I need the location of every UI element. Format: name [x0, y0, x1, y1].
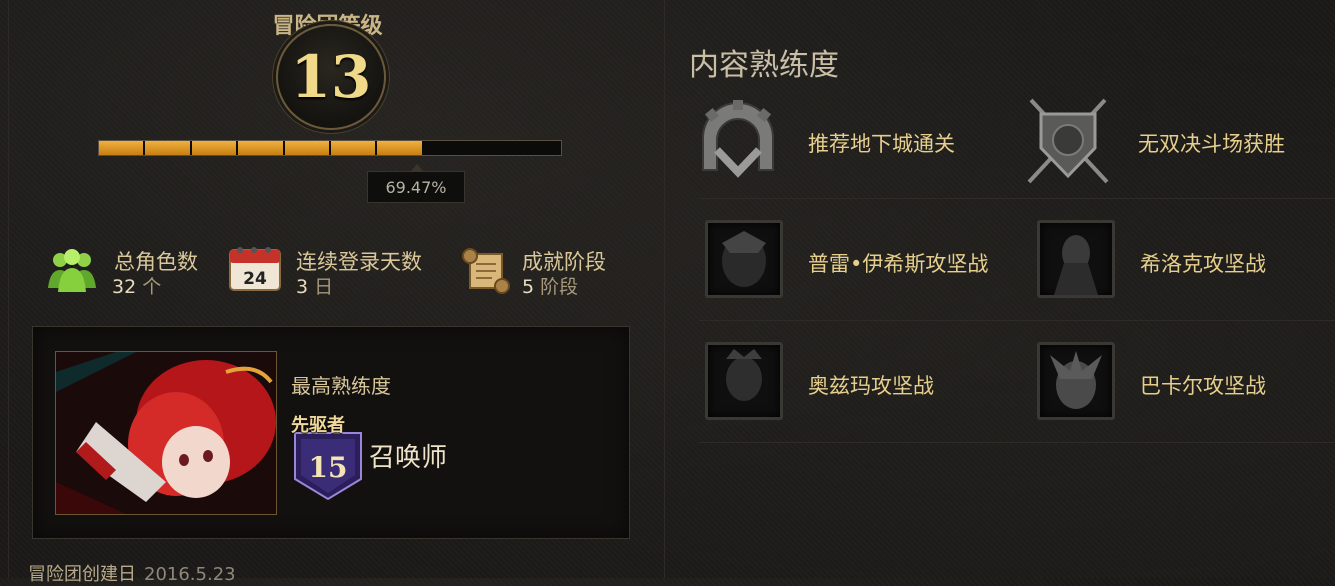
adventure-panel: 冒险团等级 13 69.47% 总角色数 32 个 24 连续登录天数 3 日: [0, 0, 664, 585]
content-item-arena-wins[interactable]: 无双决斗场获胜: [1023, 96, 1333, 184]
content-item-raid-prey-isis[interactable]: 普雷•伊希斯攻坚战: [705, 220, 1005, 300]
progress-segment-empty: [424, 141, 471, 155]
rank-level: 15: [309, 451, 348, 484]
content-proficiency-title: 内容熟练度: [689, 48, 839, 83]
crossed-swords-shield-icon: [1027, 98, 1109, 184]
progress-segment-filled: [145, 141, 192, 155]
row-divider: [699, 442, 1335, 443]
creation-date-value: 2016.5.23: [144, 564, 236, 585]
row-divider: [699, 320, 1335, 321]
progress-segment-empty: [517, 141, 561, 155]
stat-value: 32 个: [112, 276, 162, 298]
top-proficiency-card[interactable]: 最高熟练度 15 先驱者 召唤师: [32, 326, 630, 539]
content-item-name: 推荐地下城通关: [808, 132, 955, 156]
bakal-portrait: [1037, 342, 1115, 420]
level-emblem: 13: [276, 24, 386, 130]
people-icon: [48, 249, 96, 292]
level-progress-bar: [98, 140, 562, 156]
rank-name: 先驱者: [291, 415, 345, 436]
gear-gate-icon: [702, 100, 774, 178]
row-divider: [699, 198, 1335, 199]
scroll-icon: [462, 248, 510, 294]
progress-segment-filled: [331, 141, 378, 155]
summoner-portrait-image: [56, 352, 276, 514]
progress-segment-filled: [377, 141, 424, 155]
creation-date-label: 冒险团创建日: [28, 564, 136, 585]
progress-segment-empty: [470, 141, 517, 155]
ozma-portrait: [705, 342, 783, 420]
content-item-raid-bakal[interactable]: 巴卡尔攻坚战: [1037, 342, 1317, 422]
stat-value: 5 阶段: [522, 276, 579, 298]
prey-isis-portrait: [705, 220, 783, 298]
content-item-name: 希洛克攻坚战: [1140, 252, 1266, 276]
content-item-dungeon-clear[interactable]: 推荐地下城通关: [693, 100, 993, 180]
progress-segment-filled: [238, 141, 285, 155]
progress-tooltip: 69.47%: [367, 164, 465, 203]
creation-date: 冒险团创建日 2016.5.23: [28, 560, 236, 586]
stat-achievement-stage: 成就阶段 5 阶段: [458, 244, 638, 300]
stat-login-streak: 24 连续登录天数 3 日: [226, 244, 446, 300]
level-number: 13: [290, 43, 372, 111]
progress-segment-filled: [99, 141, 146, 155]
content-item-name: 奥兹玛攻坚战: [808, 374, 934, 398]
panel-divider: [8, 0, 9, 578]
content-item-name: 巴卡尔攻坚战: [1140, 374, 1266, 398]
class-name: 召唤师: [369, 443, 448, 473]
character-portrait: [55, 351, 277, 515]
content-item-raid-siroco[interactable]: 希洛克攻坚战: [1037, 220, 1317, 300]
content-item-name: 无双决斗场获胜: [1138, 132, 1285, 156]
calendar-day: 24: [243, 269, 267, 289]
stat-total-characters: 总角色数 32 个: [44, 244, 214, 300]
calendar-icon: 24: [229, 247, 281, 291]
progress-segment-filled: [284, 141, 332, 155]
content-item-raid-ozma[interactable]: 奥兹玛攻坚战: [705, 342, 1005, 422]
content-item-name: 普雷•伊希斯攻坚战: [808, 252, 989, 276]
top-proficiency-title: 最高熟练度: [291, 374, 391, 398]
content-proficiency-panel: 内容熟练度 推荐地下城通关 无双决斗场获胜 普雷•伊希斯攻坚战 希洛克攻坚战 奥…: [664, 0, 1335, 578]
progress-segment-filled: [191, 141, 239, 155]
stat-value: 3 日: [296, 276, 334, 298]
siroco-portrait: [1037, 220, 1115, 298]
